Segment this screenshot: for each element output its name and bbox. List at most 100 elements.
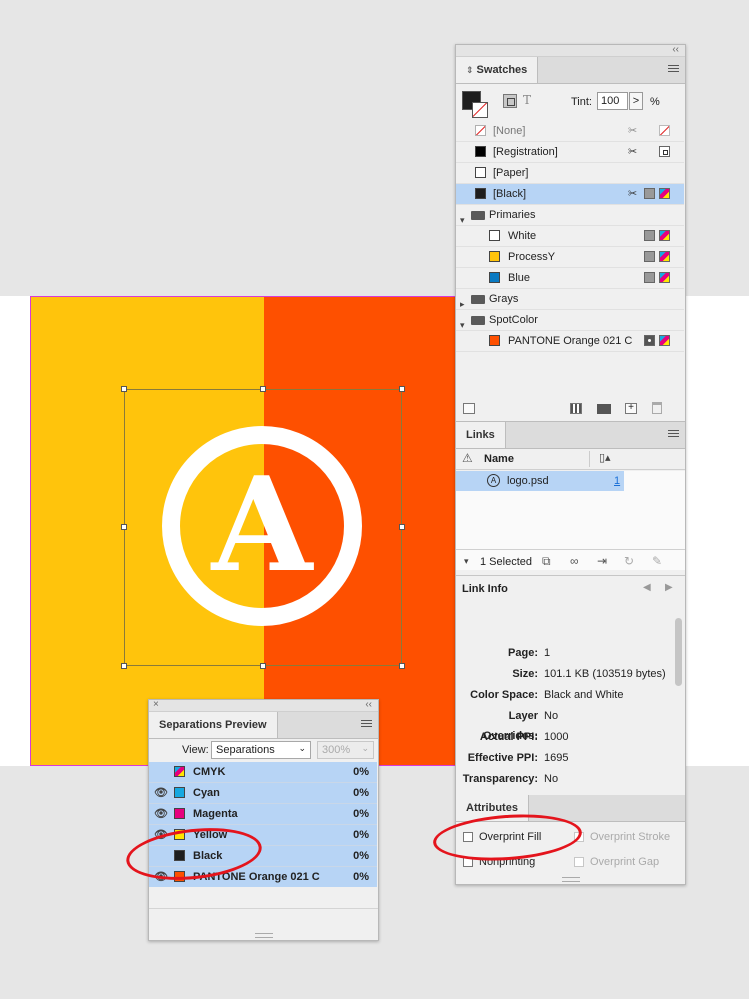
folder-icon	[471, 211, 485, 220]
tint-slider-button[interactable]: >	[629, 92, 643, 110]
tint-label: Tint:	[571, 96, 592, 108]
separations-tabbar: Separations Preview	[149, 712, 378, 739]
swatch-row[interactable]: Blue	[456, 268, 684, 289]
overprint-gap-checkbox[interactable]	[574, 857, 584, 867]
swatch-row[interactable]: White	[456, 226, 684, 247]
folder-icon	[471, 316, 485, 325]
show-swatch-kinds-icon[interactable]	[463, 403, 475, 414]
link-row[interactable]: A logo.psd 1	[456, 471, 624, 491]
panel-menu-icon[interactable]	[361, 720, 372, 729]
links-tabbar: Links	[456, 422, 685, 449]
registration-icon	[659, 146, 670, 157]
tab-swatches-label: Swatches	[476, 64, 528, 76]
panel-title-strip: × ‹‹	[149, 699, 378, 712]
info-row: Page: 1	[508, 647, 551, 659]
relink-icon[interactable]: ∞	[570, 554, 579, 568]
selection-count: 1 Selected	[480, 556, 532, 568]
close-icon[interactable]: ×	[153, 699, 159, 710]
name-column-header[interactable]: Name	[484, 453, 514, 465]
view-select[interactable]: Separations ⌄	[211, 741, 311, 759]
frame-handle[interactable]	[399, 386, 405, 392]
overprint-stroke-label: Overprint Stroke	[590, 831, 671, 843]
swatch-group-row[interactable]: ▸ Grays	[456, 289, 684, 310]
link-info-title: Link Info	[462, 583, 508, 595]
overprint-gap-label: Overprint Gap	[590, 856, 660, 868]
tint-input[interactable]: 100	[597, 92, 628, 110]
panel-menu-icon[interactable]	[668, 65, 679, 74]
info-row: Effective PPI: 1695	[467, 752, 569, 764]
spot-color-icon	[644, 335, 655, 346]
tab-swatches[interactable]: ⇕ Swatches	[456, 57, 539, 83]
info-row: Color Space: Black and White	[470, 689, 624, 701]
link-page-number[interactable]: 1	[614, 475, 620, 487]
right-panel-dock: ‹‹ ⇕ Swatches T Tint: 100 > % [None] ✂ [R…	[455, 44, 686, 885]
resize-grip[interactable]	[561, 877, 580, 882]
frame-handle[interactable]	[260, 386, 266, 392]
scrollbar[interactable]	[674, 608, 682, 772]
frame-handle[interactable]	[121, 386, 127, 392]
cmyk-icon	[659, 335, 670, 346]
swatch-row[interactable]: ProcessY	[456, 247, 684, 268]
frame-handle[interactable]	[260, 663, 266, 669]
separation-row[interactable]: CMYK 0%	[149, 762, 377, 783]
link-info-body: Page: 1 Size: 101.1 KB (103519 bytes) Colo…	[456, 602, 685, 792]
process-color-icon	[644, 272, 655, 283]
frame-handle[interactable]	[121, 663, 127, 669]
frame-handle[interactable]	[121, 524, 127, 530]
swatch-group-row[interactable]: ▾ Primaries	[456, 205, 684, 226]
relink-cc-icon[interactable]: ⧉	[542, 554, 551, 569]
view-controls: View: Separations ⌄ 300% ⌄	[149, 738, 378, 764]
separations-panel: × ‹‹ Separations Preview View: Separatio…	[148, 699, 379, 941]
cmyk-icon	[659, 251, 670, 262]
frame-handle[interactable]	[399, 524, 405, 530]
separation-row[interactable]: 👁 Magenta 0%	[149, 804, 377, 825]
image-frame[interactable]	[124, 389, 402, 666]
goto-link-icon[interactable]: ⇥	[597, 554, 607, 568]
swatches-footer: +	[456, 397, 685, 422]
chevron-down-icon[interactable]: ▾	[464, 556, 469, 567]
cmyk-icon	[174, 766, 185, 777]
collapse-icon[interactable]: ‹‹	[365, 699, 372, 710]
no-edit-icon: ✂	[628, 146, 638, 158]
delete-swatch-icon[interactable]	[652, 402, 662, 414]
panel-menu-icon[interactable]	[668, 430, 679, 439]
page-column-icon[interactable]: ▯▴	[599, 451, 611, 464]
formatting-container-icon[interactable]	[503, 94, 517, 108]
no-edit-icon: ✂	[628, 125, 638, 137]
collapse-icon[interactable]: ‹‹	[672, 44, 679, 55]
link-info-header: Link Info ◀ ▶	[456, 575, 685, 603]
update-link-icon[interactable]: ↻	[624, 554, 634, 568]
edit-original-icon[interactable]: ✎	[652, 554, 662, 568]
swatches-controls: T Tint: 100 > %	[456, 83, 685, 123]
swatch-row[interactable]: [Registration] ✂	[456, 142, 684, 163]
stroke-swatch[interactable]	[472, 102, 488, 118]
info-row: Size: 101.1 KB (103519 bytes)	[512, 668, 666, 680]
info-row: Transparency: No	[462, 773, 559, 785]
tab-separations-preview[interactable]: Separations Preview	[149, 712, 278, 738]
swatch-group-row[interactable]: ▾ SpotColor	[456, 310, 684, 331]
new-swatch-icon[interactable]: +	[625, 403, 637, 414]
no-edit-icon: ✂	[628, 188, 638, 200]
dock-title-strip: ‹‹	[456, 44, 685, 57]
frame-handle[interactable]	[399, 663, 405, 669]
swatch-views-icon[interactable]	[570, 403, 582, 414]
swatch-row[interactable]: PANTONE Orange 021 C	[456, 331, 684, 352]
links-header: ⚠ Name ▯▴	[456, 449, 685, 470]
chevron-down-icon: ⌄	[298, 743, 306, 753]
eye-icon[interactable]: 👁	[154, 783, 168, 803]
new-group-icon[interactable]	[597, 404, 611, 414]
eye-icon[interactable]: 👁	[154, 804, 168, 824]
folder-icon	[471, 295, 485, 304]
process-color-icon	[644, 188, 655, 199]
zoom-select[interactable]: 300% ⌄	[317, 741, 374, 759]
formatting-text-icon[interactable]: T	[523, 93, 531, 107]
swatch-row-selected[interactable]: [Black] ✂	[456, 184, 684, 205]
swatch-row[interactable]: [Paper]	[456, 163, 684, 184]
swatch-row[interactable]: [None] ✂	[456, 121, 684, 142]
separation-row[interactable]: 👁 Cyan 0%	[149, 783, 377, 804]
process-color-icon	[644, 230, 655, 241]
previous-link-icon[interactable]: ◀	[643, 582, 651, 593]
resize-grip[interactable]	[254, 933, 273, 938]
next-link-icon[interactable]: ▶	[665, 582, 673, 593]
tab-links[interactable]: Links	[456, 422, 506, 448]
